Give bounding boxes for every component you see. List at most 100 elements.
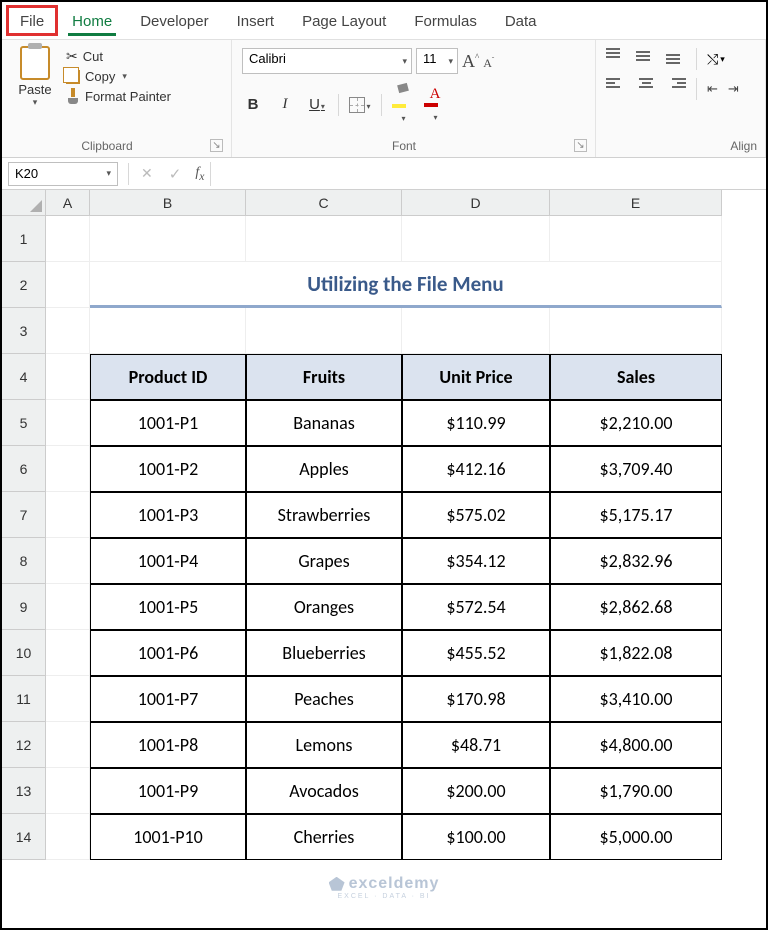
table-header-cell[interactable]: Sales: [550, 354, 722, 400]
font-size-select[interactable]: 11 ▾: [416, 48, 458, 74]
table-cell[interactable]: Cherries: [246, 814, 402, 860]
table-header-cell[interactable]: Product ID: [90, 354, 246, 400]
tab-home[interactable]: Home: [58, 5, 126, 36]
tab-formulas[interactable]: Formulas: [400, 5, 491, 36]
font-color-button[interactable]: A ▾: [424, 85, 446, 124]
row-header[interactable]: 12: [2, 722, 46, 768]
row-header[interactable]: 10: [2, 630, 46, 676]
cut-button[interactable]: ✂ Cut: [66, 48, 171, 65]
row-header[interactable]: 2: [2, 262, 46, 308]
cell[interactable]: [90, 308, 246, 354]
cell[interactable]: [46, 354, 90, 400]
paste-button[interactable]: Paste ▾: [10, 44, 60, 108]
row-header[interactable]: 4: [2, 354, 46, 400]
cell[interactable]: [46, 538, 90, 584]
col-header-D[interactable]: D: [402, 190, 550, 216]
italic-button[interactable]: I: [274, 96, 296, 113]
cell[interactable]: [402, 308, 550, 354]
bold-button[interactable]: B: [242, 96, 264, 113]
table-cell[interactable]: $2,862.68: [550, 584, 722, 630]
table-cell[interactable]: 1001-P5: [90, 584, 246, 630]
table-cell[interactable]: Blueberries: [246, 630, 402, 676]
table-cell[interactable]: $575.02: [402, 492, 550, 538]
table-cell[interactable]: $200.00: [402, 768, 550, 814]
cell[interactable]: [550, 216, 722, 262]
table-cell[interactable]: 1001-P2: [90, 446, 246, 492]
table-cell[interactable]: 1001-P10: [90, 814, 246, 860]
table-header-cell[interactable]: Fruits: [246, 354, 402, 400]
table-cell[interactable]: $354.12: [402, 538, 550, 584]
table-cell[interactable]: $572.54: [402, 584, 550, 630]
align-left-button[interactable]: [606, 78, 626, 100]
table-cell[interactable]: 1001-P1: [90, 400, 246, 446]
cell[interactable]: [46, 262, 90, 308]
cell[interactable]: [46, 584, 90, 630]
table-cell[interactable]: $100.00: [402, 814, 550, 860]
cell[interactable]: [90, 216, 246, 262]
table-header-cell[interactable]: Unit Price: [402, 354, 550, 400]
row-header[interactable]: 8: [2, 538, 46, 584]
tab-insert[interactable]: Insert: [223, 5, 289, 36]
align-bottom-button[interactable]: [666, 48, 686, 70]
table-cell[interactable]: 1001-P3: [90, 492, 246, 538]
select-all-corner[interactable]: [2, 190, 46, 216]
align-middle-button[interactable]: [636, 48, 656, 70]
name-box[interactable]: K20 ▾: [8, 162, 118, 186]
borders-button[interactable]: ▾: [349, 96, 371, 113]
table-cell[interactable]: $455.52: [402, 630, 550, 676]
table-cell[interactable]: 1001-P7: [90, 676, 246, 722]
table-cell[interactable]: $170.98: [402, 676, 550, 722]
table-cell[interactable]: $5,175.17: [550, 492, 722, 538]
table-cell[interactable]: $2,210.00: [550, 400, 722, 446]
cell[interactable]: [46, 722, 90, 768]
table-cell[interactable]: 1001-P9: [90, 768, 246, 814]
fx-icon[interactable]: fx: [195, 165, 204, 183]
tab-file[interactable]: File: [6, 5, 58, 36]
cell[interactable]: [246, 216, 402, 262]
decrease-font-button[interactable]: Aˇ: [483, 52, 494, 71]
table-cell[interactable]: $5,000.00: [550, 814, 722, 860]
tab-data[interactable]: Data: [491, 5, 551, 36]
cell[interactable]: [46, 216, 90, 262]
align-top-button[interactable]: [606, 48, 626, 70]
cell[interactable]: [46, 768, 90, 814]
table-cell[interactable]: $3,709.40: [550, 446, 722, 492]
align-right-button[interactable]: [666, 78, 686, 100]
table-cell[interactable]: $3,410.00: [550, 676, 722, 722]
cell[interactable]: [46, 630, 90, 676]
table-cell[interactable]: Peaches: [246, 676, 402, 722]
table-cell[interactable]: $48.71: [402, 722, 550, 768]
format-painter-button[interactable]: Format Painter: [66, 88, 171, 104]
cell[interactable]: [46, 676, 90, 722]
cell[interactable]: [550, 308, 722, 354]
col-header-E[interactable]: E: [550, 190, 722, 216]
table-cell[interactable]: $4,800.00: [550, 722, 722, 768]
table-cell[interactable]: $1,790.00: [550, 768, 722, 814]
decrease-indent-button[interactable]: ⇤: [707, 78, 718, 100]
table-cell[interactable]: $1,822.08: [550, 630, 722, 676]
row-header[interactable]: 14: [2, 814, 46, 860]
table-cell[interactable]: Grapes: [246, 538, 402, 584]
table-cell[interactable]: 1001-P8: [90, 722, 246, 768]
dialog-launcher-icon[interactable]: ↘: [210, 139, 223, 152]
cell[interactable]: [46, 492, 90, 538]
cell[interactable]: [402, 216, 550, 262]
row-header[interactable]: 1: [2, 216, 46, 262]
cell[interactable]: [46, 400, 90, 446]
enter-icon[interactable]: ✓: [169, 165, 182, 183]
table-cell[interactable]: Lemons: [246, 722, 402, 768]
dialog-launcher-icon[interactable]: ↘: [574, 139, 587, 152]
row-header[interactable]: 9: [2, 584, 46, 630]
table-cell[interactable]: Bananas: [246, 400, 402, 446]
cell[interactable]: [46, 814, 90, 860]
table-cell[interactable]: 1001-P6: [90, 630, 246, 676]
tab-pagelayout[interactable]: Page Layout: [288, 5, 400, 36]
cell[interactable]: [46, 446, 90, 492]
copy-button[interactable]: Copy ▾: [66, 69, 171, 84]
row-header[interactable]: 3: [2, 308, 46, 354]
formula-input[interactable]: [210, 162, 766, 186]
font-name-select[interactable]: Calibri ▾: [242, 48, 412, 74]
tab-developer[interactable]: Developer: [126, 5, 222, 36]
fill-color-button[interactable]: ▾: [392, 84, 414, 125]
table-cell[interactable]: 1001-P4: [90, 538, 246, 584]
